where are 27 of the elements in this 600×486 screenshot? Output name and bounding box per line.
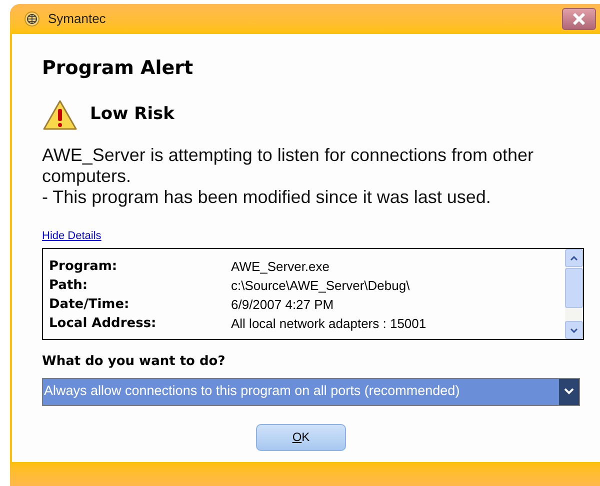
detail-label: Local Address: <box>49 314 158 333</box>
scroll-down-button[interactable] <box>565 321 583 339</box>
close-button[interactable] <box>562 8 596 30</box>
hide-details-link[interactable]: Hide Details <box>42 228 102 244</box>
scroll-up-button[interactable] <box>565 249 583 267</box>
detail-value: 6/9/2007 4:27 PM <box>231 296 334 314</box>
detail-label: Date/Time: <box>49 296 130 314</box>
scroll-thumb[interactable] <box>565 268 583 308</box>
scrollbar[interactable] <box>565 249 583 339</box>
alert-message: AWE_Server is attempting to listen for connections from other computers. <box>42 144 535 186</box>
close-icon <box>572 13 586 25</box>
alert-message: - This program has been modified since it was last used. <box>42 186 492 208</box>
warning-icon <box>42 98 78 130</box>
detail-label: Path: <box>49 276 89 295</box>
detail-label: Program: <box>49 258 118 276</box>
detail-value: c:\Source\AWE_Server\Debug\ <box>231 276 410 295</box>
up-caret-icon <box>570 256 578 260</box>
detail-value: AWE_Server.exe <box>231 258 330 276</box>
window-title: Symantec <box>48 10 106 28</box>
detail-value: All local network adapters : 15001 <box>231 314 426 333</box>
ok-button[interactable]: OK <box>256 424 346 450</box>
alert-heading: Program Alert <box>42 56 194 81</box>
dropdown-caret-icon <box>564 388 574 395</box>
question-label: What do you want to do? <box>42 353 226 371</box>
risk-level: Low Risk <box>90 102 174 126</box>
globe-icon <box>24 11 40 27</box>
down-caret-icon <box>570 328 578 332</box>
